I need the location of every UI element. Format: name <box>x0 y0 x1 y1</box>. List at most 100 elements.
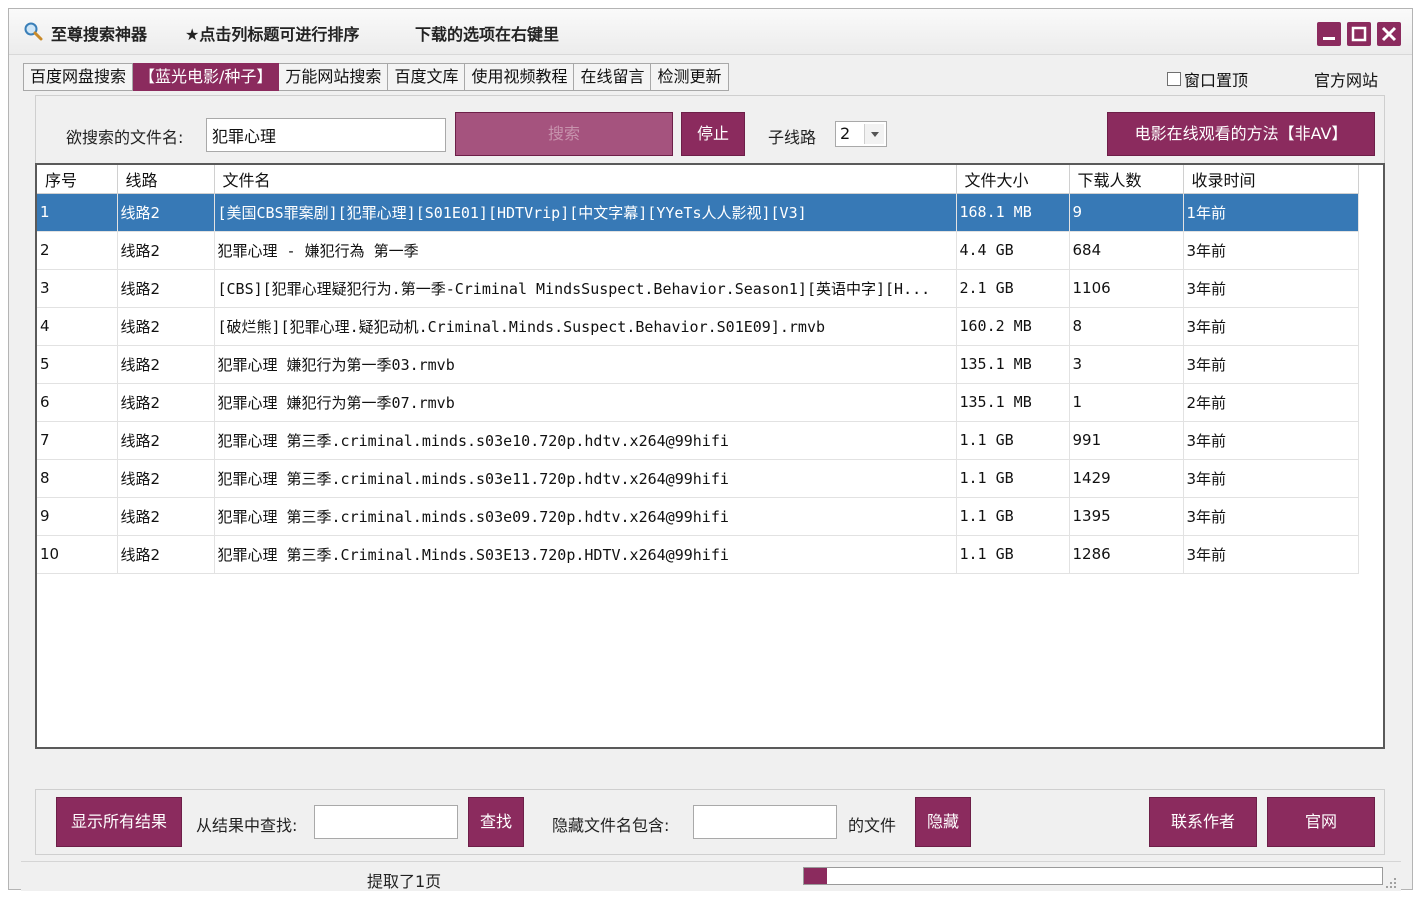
table-row[interactable]: 4 线路2 [破烂熊][犯罪心理.疑犯动机.Criminal.Minds.Sus… <box>37 307 1359 346</box>
cell-size: 135.1 MB <box>956 345 1070 384</box>
results-table[interactable]: 序号 线路 文件名 文件大小 下载人数 收录时间 1 线路2 [美国CBS罪案剧… <box>35 163 1385 749</box>
tab-baidu-wenku[interactable]: 百度文库 <box>388 63 466 91</box>
tab-baidu-pan-search[interactable]: 百度网盘搜索 <box>23 63 134 91</box>
search-button[interactable]: 搜索 <box>455 112 673 156</box>
show-all-results-button[interactable]: 显示所有结果 <box>56 797 182 847</box>
pin-window-label: 窗口置顶 <box>1184 71 1249 90</box>
table-row[interactable]: 10 线路2 犯罪心理 第三季.Criminal.Minds.S03E13.72… <box>37 535 1359 574</box>
stop-button[interactable]: 停止 <box>681 112 745 156</box>
table-row[interactable]: 3 线路2 [CBS][犯罪心理疑犯行为.第一季-Criminal MindsS… <box>37 269 1359 308</box>
cell-time: 3年前 <box>1183 231 1359 270</box>
cell-no: 1 <box>37 193 118 232</box>
pin-window-checkbox[interactable]: 窗口置顶 <box>1167 67 1248 91</box>
watch-online-button[interactable]: 电影在线观看的方法【非AV】 <box>1107 112 1375 156</box>
cell-filename: 犯罪心理 - 嫌犯行為 第一季 <box>214 231 957 270</box>
cell-no: 10 <box>37 535 118 574</box>
cell-filename: 犯罪心理 嫌犯行为第一季07.rmvb <box>214 383 957 422</box>
cell-downloads: 8 <box>1069 307 1184 346</box>
cell-filename: [美国CBS罪案剧][犯罪心理][S01E01][HDTVrip][中文字幕][… <box>214 193 957 232</box>
cell-line: 线路2 <box>117 307 215 346</box>
cell-line: 线路2 <box>117 269 215 308</box>
cell-downloads: 684 <box>1069 231 1184 270</box>
table-row[interactable]: 8 线路2 犯罪心理 第三季.criminal.minds.s03e11.720… <box>37 459 1359 498</box>
minimize-button[interactable] <box>1317 22 1341 46</box>
progress-fill <box>804 868 828 884</box>
column-header-time[interactable]: 收录时间 <box>1183 165 1359 194</box>
column-header-filename[interactable]: 文件名 <box>214 165 957 194</box>
close-icon <box>1381 26 1397 42</box>
table-row[interactable]: 2 线路2 犯罪心理 - 嫌犯行為 第一季 4.4 GB 684 3年前 <box>37 231 1359 270</box>
tab-bluray-torrent[interactable]: 【蓝光电影/种子】 <box>133 63 280 91</box>
cell-no: 4 <box>37 307 118 346</box>
subline-select[interactable]: 2 <box>835 121 887 147</box>
progress-bar <box>803 867 1383 885</box>
table-row[interactable]: 7 线路2 犯罪心理 第三季.criminal.minds.s03e10.720… <box>37 421 1359 460</box>
resize-grip-icon[interactable] <box>1385 875 1397 888</box>
cell-no: 8 <box>37 459 118 498</box>
hide-filename-input[interactable] <box>693 805 837 839</box>
cell-filename: [破烂熊][犯罪心理.疑犯动机.Criminal.Minds.Suspect.B… <box>214 307 957 346</box>
cell-no: 6 <box>37 383 118 422</box>
cell-size: 160.2 MB <box>956 307 1070 346</box>
app-window: 至尊搜索神器 ★点击列标题可进行排序 下载的选项在右键里 百度网盘搜索 【蓝光电… <box>8 8 1413 891</box>
cell-line: 线路2 <box>117 421 215 460</box>
close-button[interactable] <box>1377 22 1401 46</box>
cell-size: 4.4 GB <box>956 231 1070 270</box>
cell-downloads: 1395 <box>1069 497 1184 536</box>
chevron-down-icon[interactable] <box>864 124 884 144</box>
table-row[interactable]: 1 线路2 [美国CBS罪案剧][犯罪心理][S01E01][HDTVrip][… <box>37 193 1359 232</box>
status-text: 提取了1页 <box>367 872 442 891</box>
table-row[interactable]: 5 线路2 犯罪心理 嫌犯行为第一季03.rmvb 135.1 MB 3 3年前 <box>37 345 1359 384</box>
cell-no: 9 <box>37 497 118 536</box>
download-hint: 下载的选项在右键里 <box>415 25 560 44</box>
column-header-no[interactable]: 序号 <box>37 165 118 194</box>
cell-no: 7 <box>37 421 118 460</box>
maximize-icon <box>1351 26 1367 42</box>
cell-downloads: 991 <box>1069 421 1184 460</box>
cell-line: 线路2 <box>117 383 215 422</box>
cell-downloads: 1106 <box>1069 269 1184 308</box>
table-row[interactable]: 6 线路2 犯罪心理 嫌犯行为第一季07.rmvb 135.1 MB 1 2年前 <box>37 383 1359 422</box>
search-input[interactable] <box>206 118 446 152</box>
cell-downloads: 1 <box>1069 383 1184 422</box>
cell-filename: 犯罪心理 第三季.criminal.minds.s03e10.720p.hdtv… <box>214 421 957 460</box>
cell-time: 3年前 <box>1183 421 1359 460</box>
cell-time: 2年前 <box>1183 383 1359 422</box>
find-in-results-label: 从结果中查找: <box>196 816 298 835</box>
column-header-size[interactable]: 文件大小 <box>956 165 1070 194</box>
tab-video-tutorial[interactable]: 使用视频教程 <box>465 63 575 91</box>
cell-line: 线路2 <box>117 535 215 574</box>
cell-time: 3年前 <box>1183 459 1359 498</box>
cell-size: 1.1 GB <box>956 497 1070 536</box>
cell-downloads: 9 <box>1069 193 1184 232</box>
magnifier-app-icon <box>23 21 43 41</box>
contact-author-button[interactable]: 联系作者 <box>1149 797 1257 847</box>
tab-universal-site-search[interactable]: 万能网站搜索 <box>279 63 389 91</box>
cell-line: 线路2 <box>117 231 215 270</box>
hide-filename-label: 隐藏文件名包含: <box>552 816 670 835</box>
find-button[interactable]: 查找 <box>468 797 524 847</box>
tab-bar: 百度网盘搜索 【蓝光电影/种子】 万能网站搜索 百度文库 使用视频教程 在线留言… <box>23 63 729 91</box>
find-in-results-input[interactable] <box>314 805 458 839</box>
column-header-line[interactable]: 线路 <box>117 165 215 194</box>
cell-line: 线路2 <box>117 345 215 384</box>
cell-downloads: 1286 <box>1069 535 1184 574</box>
cell-no: 2 <box>37 231 118 270</box>
hide-button[interactable]: 隐藏 <box>915 797 971 847</box>
tab-check-update[interactable]: 检测更新 <box>651 63 729 91</box>
table-row[interactable]: 9 线路2 犯罪心理 第三季.criminal.minds.s03e09.720… <box>37 497 1359 536</box>
subline-value: 2 <box>840 124 851 143</box>
tab-online-message[interactable]: 在线留言 <box>574 63 652 91</box>
table-header-row: 序号 线路 文件名 文件大小 下载人数 收录时间 <box>37 165 1359 194</box>
official-site-link[interactable]: 官方网站 <box>1314 67 1378 91</box>
cell-size: 168.1 MB <box>956 193 1070 232</box>
maximize-button[interactable] <box>1347 22 1371 46</box>
checkbox-box[interactable] <box>1167 72 1181 86</box>
cell-size: 2.1 GB <box>956 269 1070 308</box>
cell-line: 线路2 <box>117 497 215 536</box>
official-website-button[interactable]: 官网 <box>1267 797 1375 847</box>
title-bar[interactable]: 至尊搜索神器 ★点击列标题可进行排序 下载的选项在右键里 <box>9 9 1412 55</box>
column-header-downloads[interactable]: 下载人数 <box>1069 165 1184 194</box>
cell-line: 线路2 <box>117 193 215 232</box>
cell-no: 5 <box>37 345 118 384</box>
